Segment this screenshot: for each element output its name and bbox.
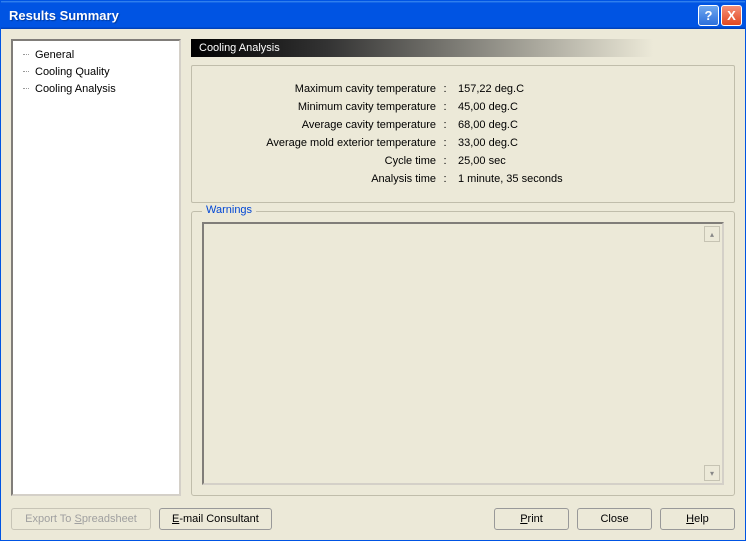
warnings-textarea[interactable]: ▴ ▾	[202, 222, 724, 485]
tree-item-label: General	[35, 49, 74, 61]
scroll-up-icon[interactable]: ▴	[704, 226, 720, 242]
tree-item-cooling-quality[interactable]: Cooling Quality	[17, 64, 175, 81]
print-button[interactable]: Print	[494, 508, 569, 530]
result-row: Minimum cavity temperature : 45,00 deg.C	[210, 98, 716, 116]
button-bar: Export To Spreadsheet E-mail Consultant …	[1, 502, 745, 540]
result-value: 68,00 deg.C	[450, 116, 518, 134]
help-button[interactable]: Help	[660, 508, 735, 530]
close-icon: X	[727, 8, 736, 23]
button-label: Help	[686, 513, 709, 525]
results-summary-window: Results Summary ? X General Cooling Qual…	[0, 0, 746, 541]
export-spreadsheet-button: Export To Spreadsheet	[11, 508, 151, 530]
result-value: 157,22 deg.C	[450, 80, 524, 98]
close-button[interactable]: Close	[577, 508, 652, 530]
titlebar-close-button[interactable]: X	[721, 5, 742, 26]
category-tree: General Cooling Quality Cooling Analysis	[11, 39, 181, 496]
help-icon: ?	[705, 8, 713, 23]
colon: :	[440, 152, 450, 170]
titlebar-help-button[interactable]: ?	[698, 5, 719, 26]
warnings-legend: Warnings	[202, 204, 256, 216]
main-panel: Cooling Analysis Maximum cavity temperat…	[191, 39, 735, 496]
button-label: E-mail Consultant	[172, 513, 259, 525]
result-value: 33,00 deg.C	[450, 134, 518, 152]
result-row: Cycle time : 25,00 sec	[210, 152, 716, 170]
tree-item-label: Cooling Quality	[35, 66, 110, 78]
result-label: Average cavity temperature	[210, 116, 440, 134]
result-value: 25,00 sec	[450, 152, 506, 170]
tree-item-cooling-analysis[interactable]: Cooling Analysis	[17, 81, 175, 98]
colon: :	[440, 170, 450, 188]
section-title: Cooling Analysis	[199, 42, 280, 54]
colon: :	[440, 134, 450, 152]
result-value: 45,00 deg.C	[450, 98, 518, 116]
result-row: Analysis time : 1 minute, 35 seconds	[210, 170, 716, 188]
email-consultant-button[interactable]: E-mail Consultant	[159, 508, 272, 530]
result-value: 1 minute, 35 seconds	[450, 170, 563, 188]
results-panel: Maximum cavity temperature : 157,22 deg.…	[191, 65, 735, 203]
scroll-down-icon[interactable]: ▾	[704, 465, 720, 481]
button-label: Export To Spreadsheet	[25, 513, 137, 525]
result-row: Average cavity temperature : 68,00 deg.C	[210, 116, 716, 134]
result-label: Analysis time	[210, 170, 440, 188]
result-row: Maximum cavity temperature : 157,22 deg.…	[210, 80, 716, 98]
colon: :	[440, 116, 450, 134]
dialog-body: General Cooling Quality Cooling Analysis…	[1, 29, 745, 502]
result-label: Average mold exterior temperature	[210, 134, 440, 152]
window-title: Results Summary	[9, 8, 696, 23]
colon: :	[440, 98, 450, 116]
result-label: Maximum cavity temperature	[210, 80, 440, 98]
button-label: Close	[600, 513, 628, 525]
button-label: Print	[520, 513, 543, 525]
result-label: Minimum cavity temperature	[210, 98, 440, 116]
section-header: Cooling Analysis	[191, 39, 735, 57]
tree-item-label: Cooling Analysis	[35, 83, 116, 95]
colon: :	[440, 80, 450, 98]
warnings-fieldset: Warnings ▴ ▾	[191, 211, 735, 496]
tree-item-general[interactable]: General	[17, 47, 175, 64]
result-row: Average mold exterior temperature : 33,0…	[210, 134, 716, 152]
result-label: Cycle time	[210, 152, 440, 170]
titlebar: Results Summary ? X	[1, 1, 745, 29]
